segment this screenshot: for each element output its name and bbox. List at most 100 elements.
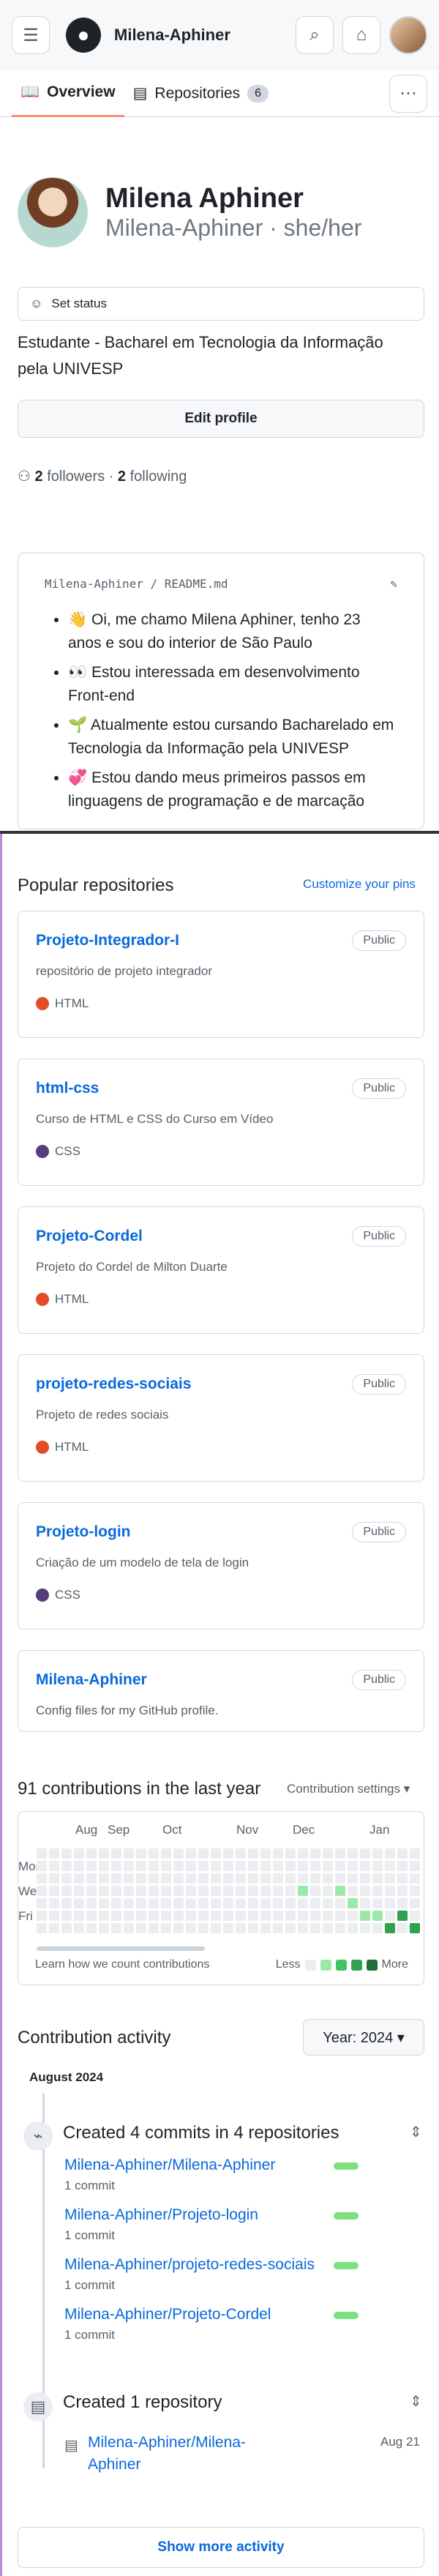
contribution-day[interactable] [74, 1861, 84, 1871]
contribution-day[interactable] [161, 1898, 171, 1908]
contribution-day[interactable] [211, 1911, 221, 1921]
contribution-day[interactable] [323, 1848, 333, 1859]
contribution-day[interactable] [298, 1848, 308, 1859]
contribution-day[interactable] [397, 1873, 408, 1884]
contribution-day[interactable] [99, 1848, 109, 1859]
learn-contributions-link[interactable]: Learn how we count contributions [35, 1958, 209, 1971]
contribution-day[interactable] [298, 1873, 308, 1884]
contribution-day[interactable] [385, 1898, 395, 1908]
contribution-day[interactable] [86, 1886, 97, 1896]
contribution-day[interactable] [372, 1923, 383, 1933]
contribution-day[interactable] [348, 1873, 358, 1884]
contribution-day[interactable] [198, 1886, 209, 1896]
contribution-day[interactable] [136, 1911, 146, 1921]
commit-repo-link[interactable]: Milena-Aphiner/Projeto-Cordel [64, 2306, 271, 2323]
contribution-day[interactable] [211, 1923, 221, 1933]
contribution-day[interactable] [136, 1886, 146, 1896]
contribution-day[interactable] [360, 1873, 370, 1884]
contribution-day[interactable] [186, 1898, 196, 1908]
contribution-day[interactable] [99, 1911, 109, 1921]
contribution-day[interactable] [161, 1848, 171, 1859]
contribution-day[interactable] [124, 1873, 134, 1884]
contribution-day[interactable] [149, 1873, 159, 1884]
inbox-icon[interactable]: ⌂ [342, 16, 380, 54]
contribution-day[interactable] [410, 1923, 420, 1933]
commit-repo-link[interactable]: Milena-Aphiner/Projeto-login [64, 2206, 258, 2224]
contribution-day[interactable] [124, 1911, 134, 1921]
contribution-day[interactable] [149, 1861, 159, 1871]
contribution-day[interactable] [310, 1848, 320, 1859]
contribution-day[interactable] [173, 1911, 184, 1921]
contribution-day[interactable] [136, 1848, 146, 1859]
contribution-day[interactable] [173, 1861, 184, 1871]
repo-name[interactable]: Projeto-Integrador-I [36, 932, 406, 949]
contribution-day[interactable] [348, 1923, 358, 1933]
contribution-day[interactable] [37, 1886, 47, 1896]
contribution-day[interactable] [37, 1861, 47, 1871]
contribution-day[interactable] [136, 1923, 146, 1933]
readme-file[interactable]: README [165, 577, 207, 591]
contribution-day[interactable] [223, 1873, 233, 1884]
contribution-day[interactable] [248, 1886, 258, 1896]
contribution-day[interactable] [248, 1923, 258, 1933]
contribution-day[interactable] [136, 1898, 146, 1908]
contribution-day[interactable] [310, 1898, 320, 1908]
contribution-day[interactable] [372, 1848, 383, 1859]
contribution-day[interactable] [260, 1923, 271, 1933]
contribution-day[interactable] [124, 1848, 134, 1859]
pencil-icon[interactable]: ✎ [390, 577, 397, 591]
contribution-day[interactable] [248, 1911, 258, 1921]
contribution-day[interactable] [385, 1861, 395, 1871]
contribution-day[interactable] [111, 1848, 121, 1859]
contribution-day[interactable] [273, 1898, 283, 1908]
contribution-day[interactable] [410, 1911, 420, 1921]
contribution-day[interactable] [111, 1861, 121, 1871]
repo-name[interactable]: Projeto-Cordel [36, 1228, 406, 1245]
contribution-day[interactable] [74, 1848, 84, 1859]
contribution-day[interactable] [348, 1861, 358, 1871]
contribution-day[interactable] [298, 1898, 308, 1908]
following-label[interactable]: following [130, 468, 187, 485]
contribution-day[interactable] [260, 1886, 271, 1896]
contribution-day[interactable] [74, 1923, 84, 1933]
calendar-scrollbar[interactable] [37, 1946, 205, 1951]
contribution-day[interactable] [372, 1886, 383, 1896]
tab-overview[interactable]: 📖 Overview [12, 70, 124, 117]
contribution-day[interactable] [323, 1923, 333, 1933]
contribution-day[interactable] [236, 1848, 246, 1859]
contribution-day[interactable] [173, 1898, 184, 1908]
contribution-day[interactable] [298, 1861, 308, 1871]
contribution-day[interactable] [198, 1923, 209, 1933]
contribution-day[interactable] [149, 1911, 159, 1921]
following-count[interactable]: 2 [118, 468, 126, 485]
contribution-day[interactable] [86, 1923, 97, 1933]
contribution-day[interactable] [61, 1923, 72, 1933]
contribution-day[interactable] [236, 1911, 246, 1921]
contribution-day[interactable] [173, 1848, 184, 1859]
contribution-day[interactable] [37, 1923, 47, 1933]
contribution-day[interactable] [223, 1911, 233, 1921]
contribution-day[interactable] [49, 1861, 59, 1871]
repo-name[interactable]: Milena-Aphiner [36, 1671, 406, 1689]
contribution-day[interactable] [410, 1861, 420, 1871]
contribution-day[interactable] [149, 1848, 159, 1859]
contribution-day[interactable] [273, 1911, 283, 1921]
search-icon[interactable]: ⌕ [296, 16, 334, 54]
repo-name[interactable]: html-css [36, 1080, 406, 1097]
contribution-day[interactable] [397, 1898, 408, 1908]
contribution-day[interactable] [198, 1861, 209, 1871]
contribution-day[interactable] [273, 1861, 283, 1871]
commit-count[interactable]: 1 commit [64, 2179, 115, 2193]
contribution-day[interactable] [49, 1848, 59, 1859]
contribution-day[interactable] [124, 1898, 134, 1908]
contribution-day[interactable] [248, 1873, 258, 1884]
contribution-day[interactable] [49, 1898, 59, 1908]
contribution-day[interactable] [410, 1848, 420, 1859]
contribution-day[interactable] [335, 1898, 345, 1908]
contribution-day[interactable] [186, 1848, 196, 1859]
contribution-day[interactable] [273, 1873, 283, 1884]
contribution-day[interactable] [161, 1886, 171, 1896]
contribution-day[interactable] [111, 1898, 121, 1908]
contribution-day[interactable] [198, 1898, 209, 1908]
contribution-day[interactable] [49, 1873, 59, 1884]
